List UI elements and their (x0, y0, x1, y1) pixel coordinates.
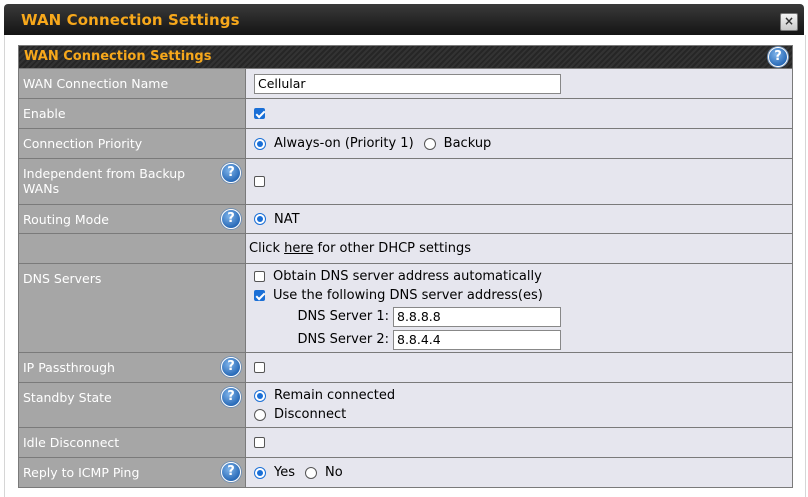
wan-name-input[interactable] (254, 73, 561, 94)
priority-backup-radio[interactable] (423, 137, 436, 150)
dns-server-2-input[interactable] (393, 329, 561, 350)
independent-label-text: Independent from Backup WANs (23, 166, 186, 196)
help-icon[interactable]: ? (221, 462, 241, 482)
icmp-yes-label: Yes (274, 465, 295, 480)
window-title: WAN Connection Settings (21, 11, 240, 29)
dhcp-label-empty (19, 234, 246, 263)
standby-disconnect-label: Disconnect (274, 407, 347, 422)
wan-name-label: WAN Connection Name (19, 69, 246, 98)
row-enable: Enable (19, 98, 792, 128)
row-icmp-ping: Reply to ICMP Ping ? Yes No (19, 457, 792, 487)
row-independent: Independent from Backup WANs ? (19, 158, 792, 204)
row-ip-passthrough: IP Passthrough ? (19, 352, 792, 382)
enable-checkbox[interactable] (254, 108, 265, 119)
section-header: WAN Connection Settings ? (19, 46, 792, 68)
passthrough-label: IP Passthrough ? (19, 353, 246, 382)
row-idle-disconnect: Idle Disconnect (19, 427, 792, 457)
dns-label: DNS Servers (19, 264, 246, 352)
dhcp-settings-link[interactable]: here (284, 241, 313, 256)
dns-auto-label: Obtain DNS server address automatically (273, 269, 542, 284)
icmp-no-label: No (325, 465, 343, 480)
standby-label-text: Standby State (23, 390, 112, 405)
independent-checkbox[interactable] (254, 176, 265, 187)
row-routing-mode: Routing Mode ? NAT (19, 204, 792, 233)
priority-always-on-label: Always-on (Priority 1) (274, 136, 414, 151)
dns-server-1-label: DNS Server 1: (297, 309, 389, 324)
priority-label: Connection Priority (19, 129, 246, 158)
standby-remain-label: Remain connected (274, 388, 396, 403)
icmp-label-text: Reply to ICMP Ping (23, 465, 140, 480)
routing-nat-radio[interactable] (254, 213, 266, 225)
standby-disconnect-radio[interactable] (254, 408, 266, 421)
idle-checkbox[interactable] (254, 437, 265, 448)
dhcp-prefix: Click (249, 241, 285, 256)
priority-always-on-radio[interactable] (254, 137, 266, 150)
routing-label-text: Routing Mode (23, 212, 109, 227)
row-connection-priority: Connection Priority Always-on (Priority … (19, 128, 792, 158)
passthrough-checkbox[interactable] (254, 362, 265, 373)
standby-label: Standby State ? (19, 383, 246, 427)
standby-remain-radio[interactable] (254, 389, 266, 402)
row-dhcp-link: Click here for other DHCP settings (19, 233, 792, 263)
dns-server-1-input[interactable] (393, 306, 561, 327)
close-button[interactable]: × (780, 13, 798, 31)
help-icon[interactable]: ? (768, 47, 788, 67)
row-dns-servers: DNS Servers Obtain DNS server address au… (19, 263, 792, 352)
help-icon[interactable]: ? (221, 357, 241, 377)
priority-backup-label: Backup (443, 136, 492, 151)
section-title: WAN Connection Settings (24, 49, 212, 64)
help-icon[interactable]: ? (221, 209, 241, 229)
help-icon[interactable]: ? (221, 163, 241, 183)
icmp-yes-radio[interactable] (254, 466, 266, 479)
settings-table: WAN Connection Settings ? WAN Connection… (18, 45, 793, 488)
independent-label: Independent from Backup WANs ? (19, 159, 246, 204)
icmp-no-radio[interactable] (305, 466, 317, 479)
row-wan-name: WAN Connection Name (19, 68, 792, 98)
passthrough-label-text: IP Passthrough (23, 360, 115, 375)
dns-server-2-label: DNS Server 2: (297, 332, 389, 347)
window-titlebar: WAN Connection Settings × (4, 4, 804, 35)
routing-nat-label: NAT (274, 211, 300, 227)
row-standby-state: Standby State ? Remain connected Disconn… (19, 382, 792, 427)
dhcp-suffix: for other DHCP settings (313, 241, 471, 256)
routing-label: Routing Mode ? (19, 205, 246, 233)
dns-manual-label: Use the following DNS server address(es) (273, 288, 543, 303)
icmp-label: Reply to ICMP Ping ? (19, 458, 246, 487)
close-icon: × (783, 14, 795, 28)
dns-auto-checkbox[interactable] (254, 271, 265, 282)
help-icon[interactable]: ? (221, 387, 241, 407)
enable-label: Enable (19, 99, 246, 128)
dns-manual-checkbox[interactable] (254, 290, 265, 301)
idle-label: Idle Disconnect (19, 428, 246, 457)
